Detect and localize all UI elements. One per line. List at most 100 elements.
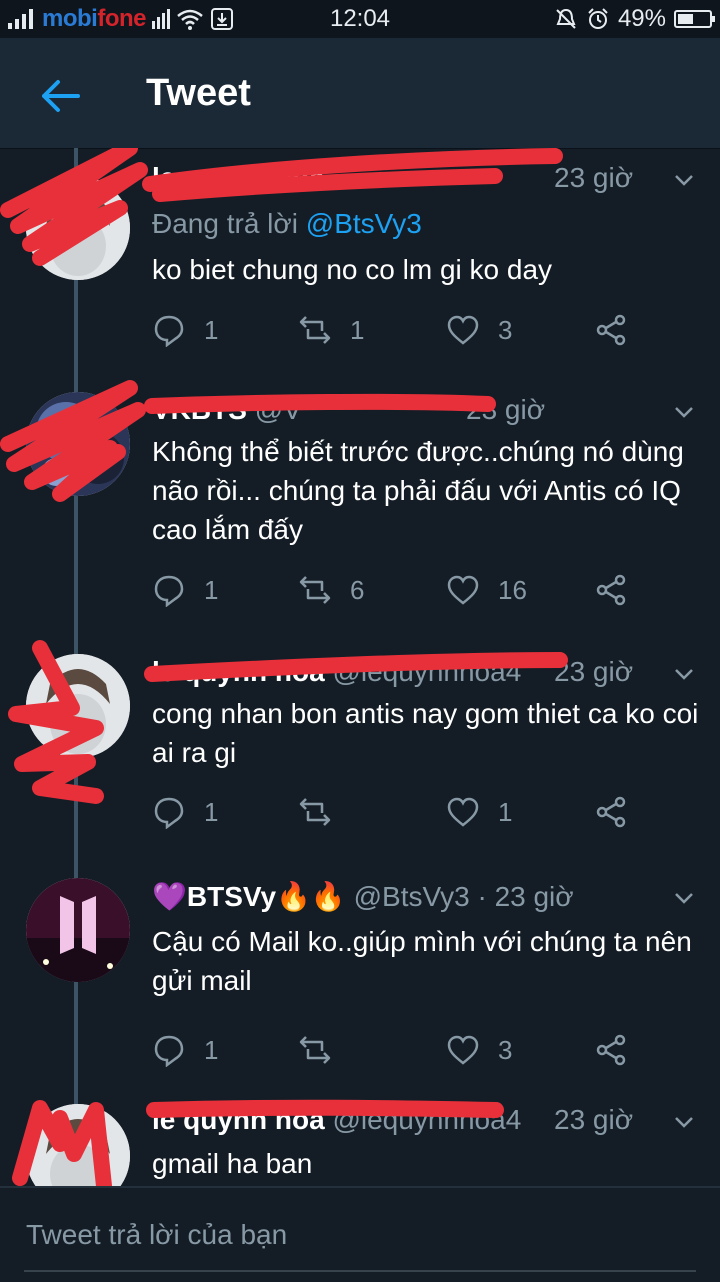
top-app-bar: Tweet: [0, 38, 720, 149]
tweet-actions: 1 1 3: [152, 310, 632, 350]
reply-count: 1: [204, 1034, 219, 1065]
share-button[interactable]: [594, 570, 628, 610]
like-count: 1: [498, 796, 513, 827]
reply-count: 1: [204, 574, 219, 605]
retweet-count: 6: [350, 574, 365, 605]
battery-percent: 49%: [617, 5, 666, 32]
tweet-text: Cậu có Mail ko..giúp mình với chúng ta n…: [152, 926, 692, 996]
retweet-count: 1: [350, 314, 365, 345]
username-handle[interactable]: @lequynhhoa4: [332, 1104, 521, 1135]
caret-down-icon[interactable]: [672, 168, 696, 192]
status-bar: mobifone 12:04 49%: [0, 0, 720, 38]
share-button[interactable]: [594, 1030, 628, 1070]
tweet-item[interactable]: le quynh hoa @lequynhhoa4 23 giờ gmail h…: [0, 1098, 720, 1186]
like-count: 16: [498, 574, 527, 605]
display-name[interactable]: 💜BTSVy🔥🔥: [152, 881, 346, 912]
battery-icon: [674, 10, 715, 28]
display-name[interactable]: le quynh hoa: [152, 656, 325, 687]
like-icon: [447, 575, 479, 605]
like-button[interactable]: 1: [446, 792, 512, 832]
tweet-time: 23 giờ: [554, 162, 634, 193]
tweet-text: Không thể biết trước được..chúng nó dùng…: [152, 436, 684, 545]
share-icon: [596, 1034, 626, 1066]
share-button[interactable]: [594, 310, 628, 350]
retweet-icon: [299, 798, 331, 826]
caret-down-icon[interactable]: [672, 662, 696, 686]
share-icon: [596, 314, 626, 346]
retweet-button[interactable]: 1: [298, 310, 364, 350]
share-icon: [596, 574, 626, 606]
tweet-actions: 1 6 16: [152, 570, 632, 610]
reply-icon: [154, 315, 184, 347]
status-right: 49%: [554, 5, 715, 33]
reply-mention-link[interactable]: @BtsVy3: [306, 208, 422, 239]
tweet-time: 23 giờ: [554, 1104, 634, 1135]
tweet-header: le quynh hoa @lequynhhoa4: [152, 656, 521, 688]
avatar[interactable]: [26, 1104, 130, 1186]
avatar[interactable]: [26, 176, 130, 280]
alarm-off-icon: [556, 8, 576, 29]
reply-count: 1: [204, 796, 219, 827]
tweet-item[interactable]: 💜BTSVy🔥🔥 @BtsVy3 · 23 giờ Cậu có Mail ko…: [0, 870, 720, 1090]
retweet-icon: [299, 1036, 331, 1064]
page-title: Tweet: [146, 72, 251, 114]
username-handle[interactable]: @BtsVy3 · 23 giờ: [354, 881, 574, 912]
retweet-button[interactable]: 6: [298, 570, 364, 610]
tweet-time: 23 giờ: [466, 394, 546, 425]
tweet-text: ko biet chung no co lm gi ko day: [152, 254, 553, 285]
reply-icon: [154, 575, 184, 607]
tweet-header: 💜BTSVy🔥🔥 @BtsVy3 · 23 giờ: [152, 880, 574, 913]
avatar[interactable]: [26, 392, 130, 496]
alarm-icon: [588, 8, 608, 29]
tweet-item[interactable]: le quynh hoa 23 giờ Đang trả lời @BtsVy3…: [0, 148, 720, 376]
tweet-header: le quynh hoa: [152, 162, 325, 194]
tweet-header: VKBTS @V: [152, 394, 302, 426]
share-icon: [596, 796, 626, 828]
reply-composer: [0, 1186, 720, 1282]
caret-down-icon[interactable]: [672, 886, 696, 910]
tweet-actions: 1 1: [152, 792, 632, 832]
reply-icon: [154, 797, 184, 829]
tweet-header: le quynh hoa @lequynhhoa4: [152, 1104, 521, 1136]
like-button[interactable]: 3: [446, 310, 512, 350]
display-name[interactable]: le quynh hoa: [152, 162, 325, 193]
avatar[interactable]: [26, 654, 130, 758]
username-handle[interactable]: @lequynhhoa4: [332, 656, 521, 687]
like-icon: [447, 797, 479, 827]
tweet-item[interactable]: le quynh hoa @lequynhhoa4 23 giờ cong nh…: [0, 642, 720, 862]
like-icon: [447, 315, 479, 345]
retweet-icon: [299, 316, 331, 344]
caret-down-icon[interactable]: [672, 400, 696, 424]
reply-count: 1: [204, 314, 219, 345]
display-name[interactable]: VKBTS: [152, 394, 247, 425]
avatar[interactable]: [26, 878, 130, 982]
tweet-item[interactable]: VKBTS @V 23 giờ Không thể biết trước đượ…: [0, 384, 720, 634]
reply-button[interactable]: 1: [152, 1030, 218, 1070]
caret-down-icon[interactable]: [672, 1110, 696, 1134]
reply-input[interactable]: [24, 1214, 688, 1256]
like-count: 3: [498, 1034, 513, 1065]
display-name[interactable]: le quynh hoa: [152, 1104, 325, 1135]
tweet-text: gmail ha ban: [152, 1148, 313, 1179]
like-icon: [447, 1035, 479, 1065]
reply-context: Đang trả lời @BtsVy3: [152, 208, 422, 240]
reply-prefix: Đang trả lời: [152, 208, 306, 239]
reply-icon: [154, 1035, 184, 1067]
reply-button[interactable]: 1: [152, 570, 218, 610]
retweet-button[interactable]: [298, 1030, 332, 1070]
back-arrow-icon[interactable]: [38, 74, 82, 118]
tweet-actions: 1 3: [152, 1030, 632, 1070]
like-button[interactable]: 16: [446, 570, 527, 610]
retweet-button[interactable]: [298, 792, 332, 832]
tweet-thread[interactable]: le quynh hoa 23 giờ Đang trả lời @BtsVy3…: [0, 148, 720, 1186]
like-button[interactable]: 3: [446, 1030, 512, 1070]
tweet-text: cong nhan bon antis nay gom thiet ca ko …: [152, 698, 699, 768]
tweet-time: 23 giờ: [554, 656, 634, 687]
like-count: 3: [498, 314, 513, 345]
reply-input-underline: [24, 1270, 696, 1272]
retweet-icon: [299, 576, 331, 604]
share-button[interactable]: [594, 792, 628, 832]
username-handle[interactable]: @V: [255, 394, 302, 425]
reply-button[interactable]: 1: [152, 310, 218, 350]
reply-button[interactable]: 1: [152, 792, 218, 832]
